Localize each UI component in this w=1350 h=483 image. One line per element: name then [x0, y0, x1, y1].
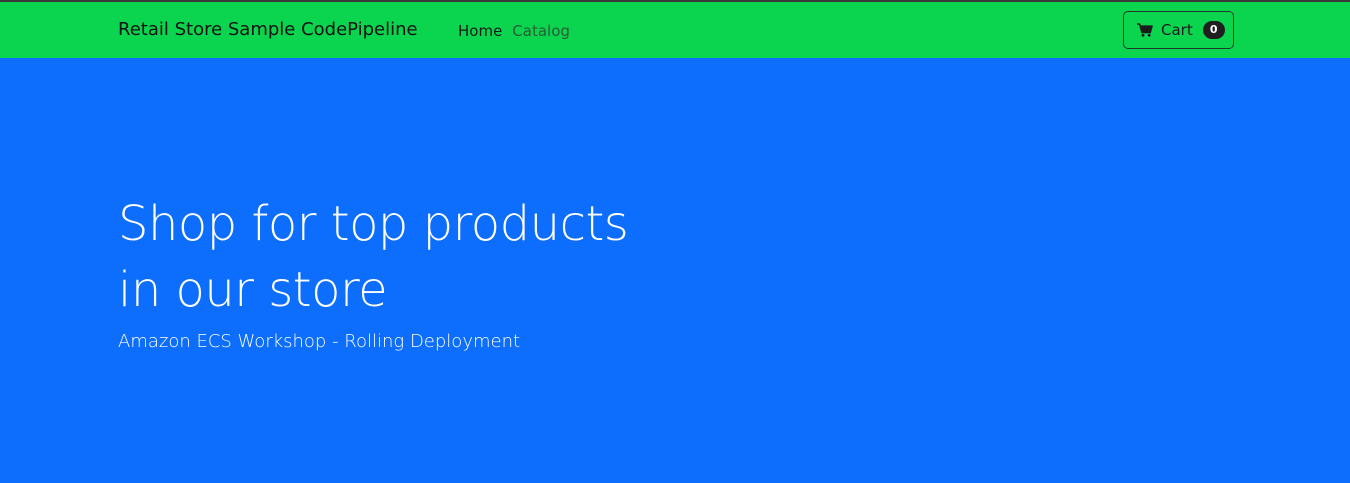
hero-title: Shop for top products in our store	[118, 191, 738, 323]
cart-button[interactable]: Cart 0	[1123, 11, 1234, 49]
nav-links: Home Catalog	[458, 22, 570, 40]
hero-section: Shop for top products in our store Amazo…	[118, 191, 738, 352]
cart-icon	[1137, 23, 1153, 37]
nav-link-home[interactable]: Home	[458, 22, 502, 40]
cart-label: Cart	[1161, 21, 1193, 39]
nav-link-catalog[interactable]: Catalog	[512, 22, 570, 40]
hero-title-line-1: Shop for top products	[118, 196, 629, 252]
hero-subtitle: Amazon ECS Workshop - Rolling Deployment	[118, 331, 521, 352]
brand-link[interactable]: Retail Store Sample CodePipeline	[118, 19, 418, 40]
hero-title-line-2: in our store	[118, 262, 388, 318]
top-navbar: Retail Store Sample CodePipeline Home Ca…	[0, 0, 1350, 58]
cart-count-badge: 0	[1202, 21, 1225, 39]
